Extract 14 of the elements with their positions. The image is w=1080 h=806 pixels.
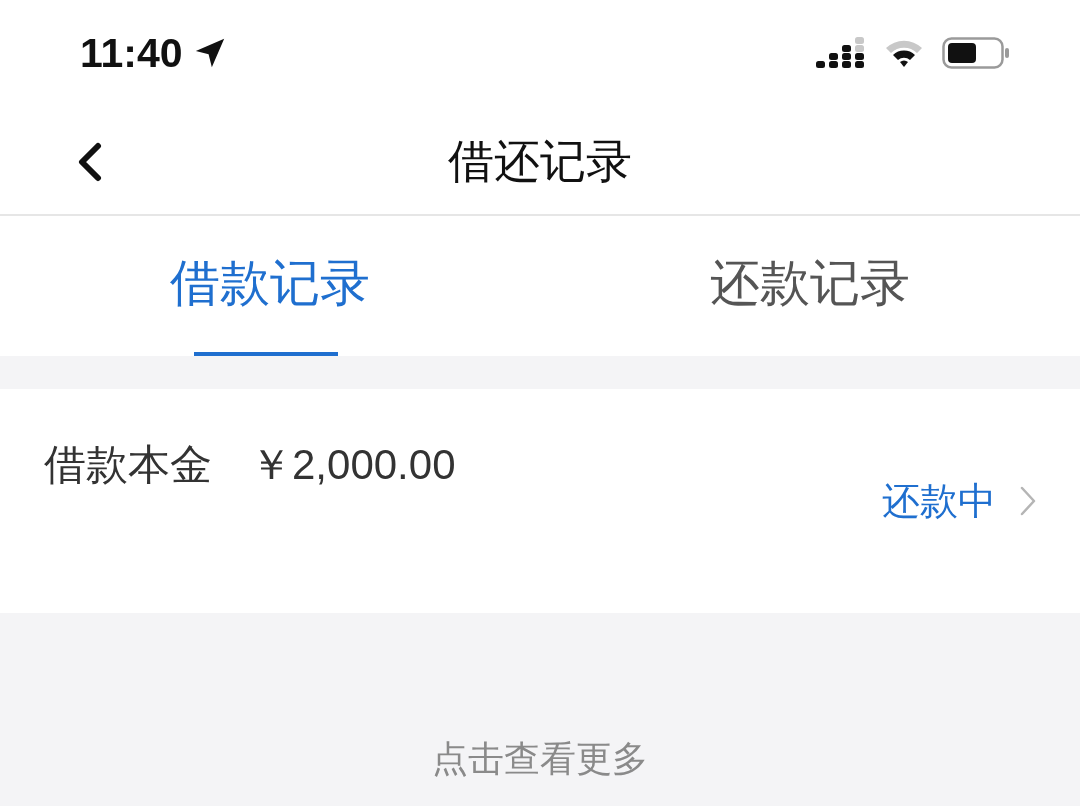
view-more-link[interactable]: 点击查看更多 [432, 735, 648, 784]
tab[interactable]: 借款记录 [0, 216, 540, 356]
battery-icon [942, 37, 1010, 69]
page-title: 借还记录 [447, 133, 633, 190]
status-time: 11:40 [80, 29, 183, 77]
wifi-icon [884, 38, 924, 68]
record-amount: ￥2,000.00 [250, 440, 456, 490]
loan-record-row[interactable]: 借款本金 ￥2,000.00 还款中 [0, 389, 1080, 613]
record-status-link[interactable]: 还款中 [882, 475, 1036, 527]
back-chevron-icon [76, 142, 102, 182]
record-label: 借款本金 [44, 439, 212, 491]
chevron-right-icon [1020, 486, 1036, 516]
signal-icon [816, 37, 866, 69]
tab[interactable]: 还款记录 [540, 216, 1080, 356]
